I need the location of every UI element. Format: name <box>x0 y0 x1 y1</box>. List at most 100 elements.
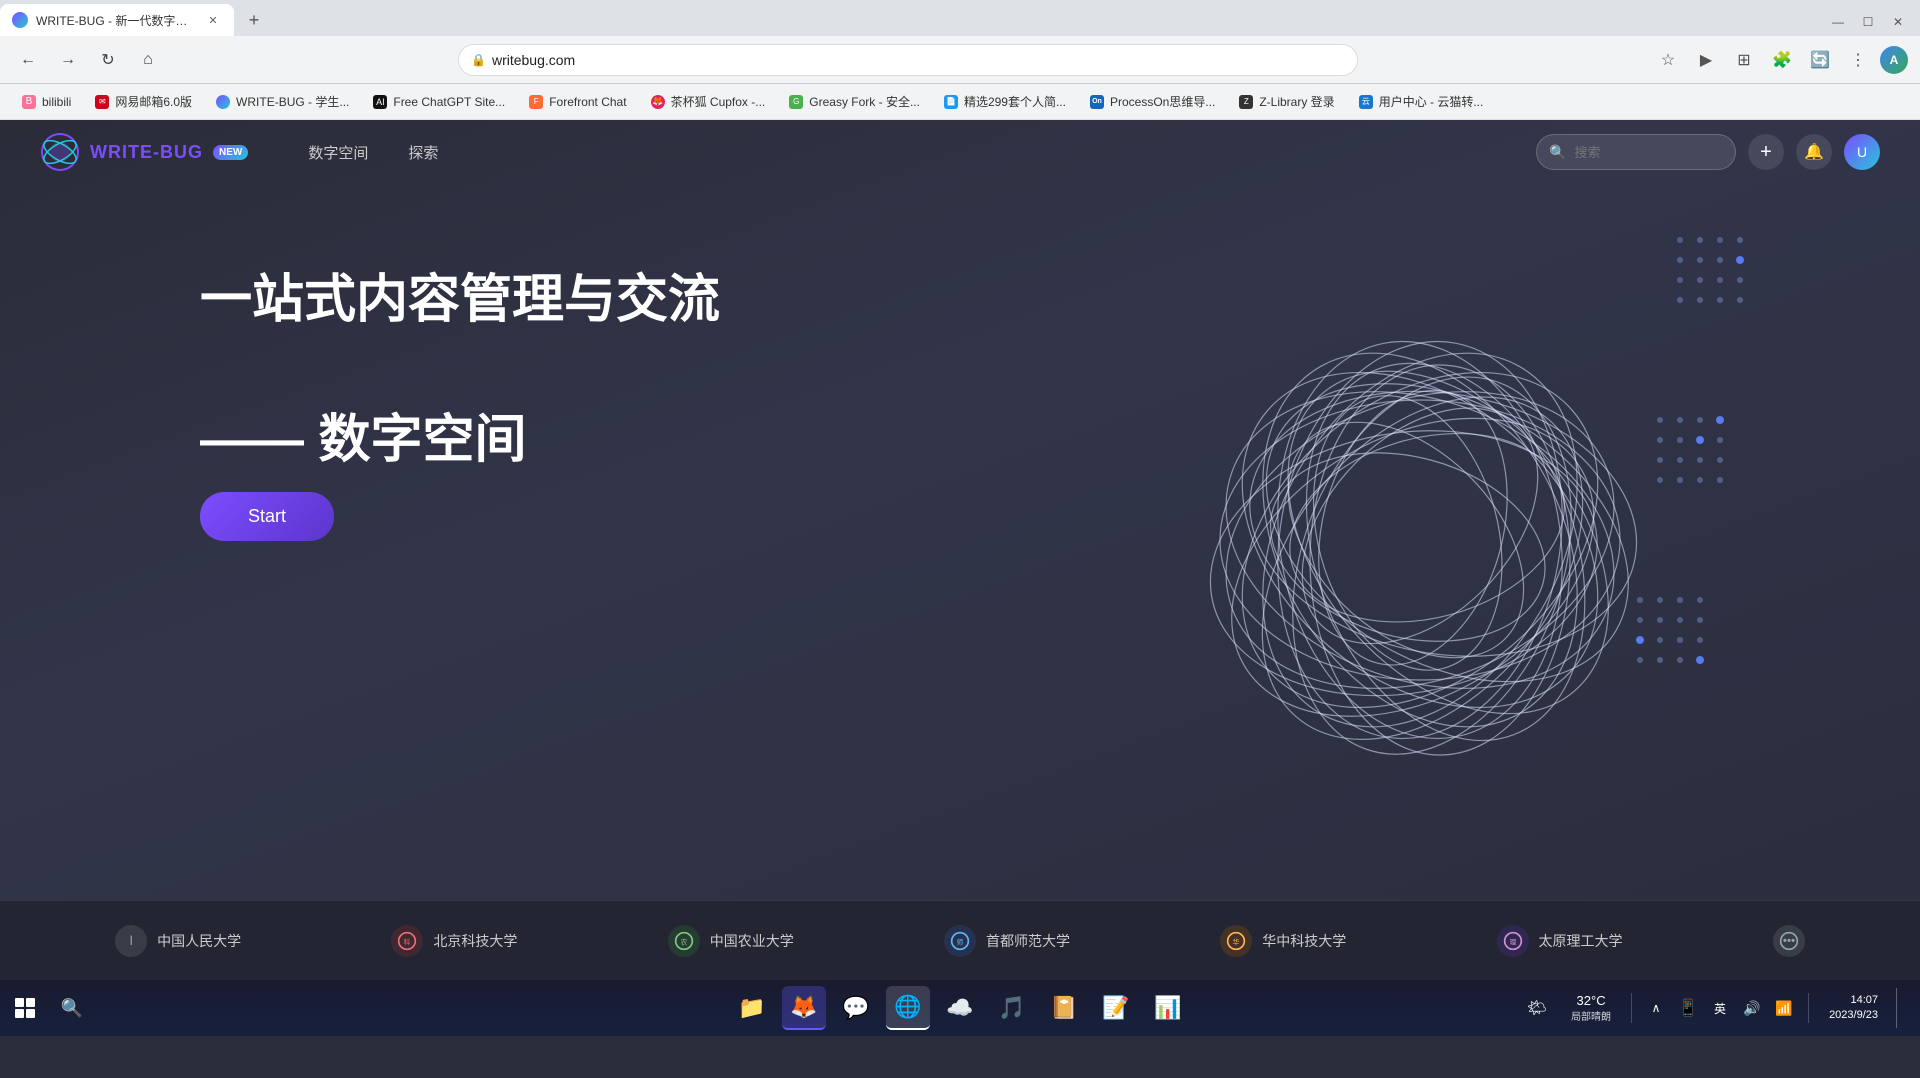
taskbar-app-notes[interactable]: 📝 <box>1094 986 1138 1030</box>
site-search-box[interactable]: 🔍 <box>1536 134 1736 170</box>
taskbar-date-display: 2023/9/23 <box>1829 1008 1878 1023</box>
back-button[interactable]: ← <box>12 44 44 76</box>
bookmark-forefront-label: Forefront Chat <box>549 95 626 109</box>
uni-shifan-label: 首都师范大学 <box>986 931 1070 951</box>
bookmark-greasyfork-label: Greasy Fork - 安全... <box>809 93 920 110</box>
site-search-input[interactable] <box>1574 145 1723 160</box>
uni-shifan[interactable]: 师 首都师范大学 <box>944 925 1070 957</box>
refresh-button[interactable]: ↻ <box>92 44 124 76</box>
bookmark-zlibrary[interactable]: Z Z-Library 登录 <box>1229 89 1344 115</box>
svg-text:科: 科 <box>404 937 411 946</box>
taskbar-app-chrome[interactable]: 🌐 <box>886 986 930 1030</box>
start-button[interactable]: Start <box>200 492 334 541</box>
menu-button[interactable]: ⋮ <box>1842 44 1874 76</box>
tab-controls: — ☐ ✕ <box>1816 8 1920 36</box>
new-tab-button[interactable]: + <box>238 4 270 36</box>
uni-nongye[interactable]: 农 中国农业大学 <box>668 925 794 957</box>
bookmark-processon[interactable]: On ProcessOn思维导... <box>1080 89 1225 115</box>
bookmark-mail[interactable]: ✉ 网易邮箱6.0版 <box>85 89 202 115</box>
site-user-avatar[interactable]: U <box>1844 134 1880 170</box>
bookmark-writebug-label: WRITE-BUG - 学生... <box>236 93 349 110</box>
bookmark-resume[interactable]: 📄 精选299套个人简... <box>934 89 1076 115</box>
hero-section: 一站式内容管理与交流 —— 数字空间 Start <box>0 184 1920 581</box>
bookmark-yunmao[interactable]: 云 用户中心 - 云猫转... <box>1349 89 1494 115</box>
site-logo-icon <box>40 132 80 172</box>
bookmark-resume-label: 精选299套个人简... <box>964 93 1066 110</box>
minimize-button[interactable]: — <box>1824 8 1852 36</box>
taskbar-show-desktop[interactable] <box>1896 988 1904 1028</box>
taskbar-app-wechat[interactable]: 💬 <box>834 986 878 1030</box>
taskbar-app-reader[interactable]: 📔 <box>1042 986 1086 1030</box>
bookmark-greasyfork-icon: G <box>789 95 803 109</box>
taskbar-ime-icon[interactable]: 英 <box>1708 996 1732 1020</box>
forward-button[interactable]: → <box>52 44 84 76</box>
svg-text:师: 师 <box>957 937 964 946</box>
bookmark-forefront[interactable]: F Forefront Chat <box>519 89 636 115</box>
taskbar-volume-icon[interactable]: 🔊 <box>1740 996 1764 1020</box>
divider2 <box>1808 993 1809 1023</box>
svg-text:华: 华 <box>1233 937 1240 946</box>
nav-link-digital-space[interactable]: 数字空间 <box>308 142 368 163</box>
uni-nongye-label: 中国农业大学 <box>710 931 794 951</box>
address-bar[interactable]: 🔒 writebug.com <box>458 44 1358 76</box>
uni-more[interactable]: ••• <box>1773 925 1805 957</box>
uni-renmin-label: 中国人民大学 <box>157 931 241 951</box>
bookmark-bilibili[interactable]: B bilibili <box>12 89 81 115</box>
home-button[interactable]: ⌂ <box>132 44 164 76</box>
bookmark-cupfox-label: 茶杯狐 Cupfox -... <box>671 93 766 110</box>
extension-button[interactable]: ⊞ <box>1728 44 1760 76</box>
site-bell-button[interactable]: 🔔 <box>1796 134 1832 170</box>
hero-title-line1: 一站式内容管理与交流 <box>200 264 1880 337</box>
taskbar-weather-info: 32°C 局部晴朗 <box>1563 993 1619 1023</box>
uni-keda[interactable]: 科 北京科技大学 <box>391 925 517 957</box>
site-logo[interactable]: WRITE-BUG NEW <box>40 132 248 172</box>
bookmark-writebug-icon <box>216 95 230 109</box>
taskbar-time[interactable]: 14:07 2023/9/23 <box>1821 993 1886 1024</box>
taskbar: 🔍 📁 🦊 💬 🌐 ☁️ 🎵 📔 📝 📊 🌤 32°C 局部晴朗 ∧ 📱 英 🔊… <box>0 980 1920 1036</box>
toolbar-right: ☆ ▶ ⊞ 🧩 🔄 ⋮ A <box>1652 44 1908 76</box>
bookmark-writebug[interactable]: WRITE-BUG - 学生... <box>206 89 359 115</box>
uni-renmin[interactable]: | 中国人民大学 <box>115 925 241 957</box>
taskbar-app-onedrive[interactable]: ☁️ <box>938 986 982 1030</box>
uni-huazhong-label: 华中科技大学 <box>1262 931 1346 951</box>
bookmark-mail-label: 网易邮箱6.0版 <box>115 93 192 110</box>
taskbar-search-button[interactable]: 🔍 <box>50 980 94 1036</box>
bookmark-cupfox[interactable]: 🦊 茶杯狐 Cupfox -... <box>641 89 776 115</box>
maximize-button[interactable]: ☐ <box>1854 8 1882 36</box>
site-search-icon: 🔍 <box>1549 144 1566 161</box>
sync-button[interactable]: 🔄 <box>1804 44 1836 76</box>
tab-close-button[interactable]: ✕ <box>204 11 222 29</box>
browser-toolbar: ← → ↻ ⌂ 🔒 writebug.com ☆ ▶ ⊞ 🧩 🔄 ⋮ A <box>0 36 1920 84</box>
bookmark-chatgpt[interactable]: AI Free ChatGPT Site... <box>363 89 515 115</box>
site-add-button[interactable]: + <box>1748 134 1784 170</box>
taskbar-up-arrow[interactable]: ∧ <box>1644 996 1668 1020</box>
cast-button[interactable]: ▶ <box>1690 44 1722 76</box>
start-menu-button[interactable] <box>0 980 50 1036</box>
taskbar-weather[interactable]: 🌤 <box>1519 998 1555 1018</box>
site-logo-text: WRITE-BUG <box>90 142 203 163</box>
active-tab[interactable]: WRITE-BUG - 新一代数字空间 ✕ <box>0 4 234 36</box>
uni-taiyuan[interactable]: 理 太原理工大学 <box>1497 925 1623 957</box>
taskbar-network-icon[interactable]: 📶 <box>1772 996 1796 1020</box>
taskbar-app-excel[interactable]: 📊 <box>1146 986 1190 1030</box>
taskbar-app-feishu[interactable]: 🦊 <box>782 986 826 1030</box>
extension-puzzle-button[interactable]: 🧩 <box>1766 44 1798 76</box>
taskbar-app-music[interactable]: 🎵 <box>990 986 1034 1030</box>
url-text: writebug.com <box>492 52 1345 68</box>
taskbar-notification-icon[interactable]: 📱 <box>1676 996 1700 1020</box>
taskbar-app-explorer[interactable]: 📁 <box>730 986 774 1030</box>
profile-button[interactable]: A <box>1880 46 1908 74</box>
uni-shifan-icon: 师 <box>944 925 976 957</box>
bookmark-star-button[interactable]: ☆ <box>1652 44 1684 76</box>
bookmark-cupfox-icon: 🦊 <box>651 95 665 109</box>
taskbar-system-tray: 🌤 32°C 局部晴朗 ∧ 📱 英 🔊 📶 14:07 2023/9/23 <box>1519 988 1920 1028</box>
site-nav-right: 🔍 + 🔔 U <box>1536 134 1880 170</box>
close-button[interactable]: ✕ <box>1884 8 1912 36</box>
taskbar-time-display: 14:07 <box>1829 993 1878 1008</box>
bookmark-yunmao-icon: 云 <box>1359 95 1373 109</box>
bookmark-greasyfork[interactable]: G Greasy Fork - 安全... <box>779 89 930 115</box>
nav-link-explore[interactable]: 探索 <box>408 142 438 163</box>
site-navigation: WRITE-BUG NEW 数字空间 探索 🔍 + 🔔 U <box>0 120 1920 184</box>
uni-huazhong[interactable]: 华 华中科技大学 <box>1220 925 1346 957</box>
taskbar-search-icon: 🔍 <box>61 998 83 1019</box>
